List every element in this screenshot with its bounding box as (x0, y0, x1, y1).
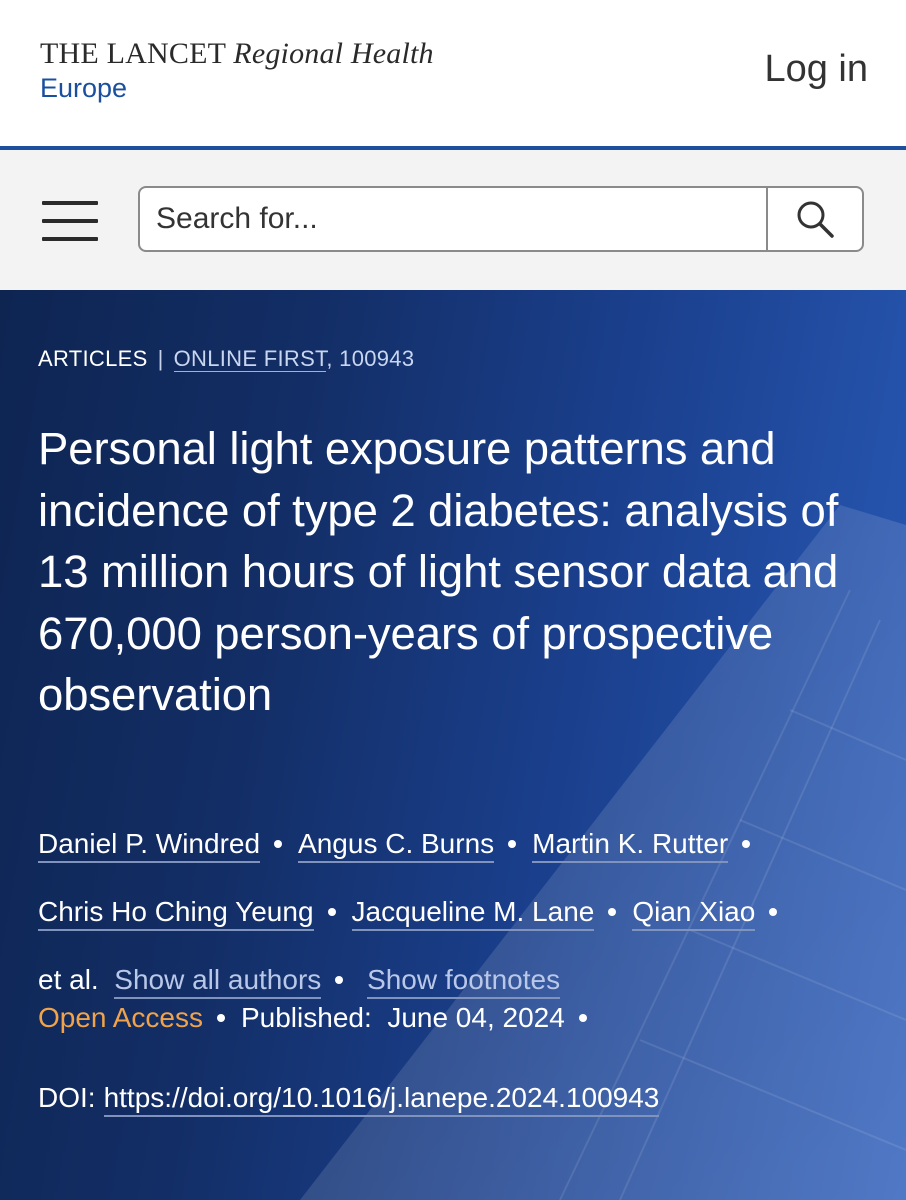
publication-meta: Open Access Published: June 04, 2024 (38, 1002, 603, 1034)
author-list: Daniel P. Windred Angus C. Burns Martin K.… (38, 810, 888, 1014)
meta-separator (578, 1013, 587, 1022)
author-link[interactable]: Chris Ho Ching Yeung (38, 896, 314, 931)
site-header: THE LANCET Regional Health Europe Log in (0, 0, 906, 146)
article-title: Personal light exposure patterns and inc… (38, 423, 839, 720)
author-separator (508, 839, 517, 848)
hamburger-menu-icon[interactable] (42, 201, 98, 241)
open-access-badge: Open Access (38, 1002, 203, 1033)
author-separator (742, 839, 751, 848)
breadcrumb-section: ARTICLES (38, 346, 148, 371)
search-box (138, 186, 864, 252)
doi-row: DOI: https://doi.org/10.1016/j.lanepe.202… (38, 1082, 660, 1117)
doi-label: DOI: (38, 1082, 96, 1113)
show-all-authors-link[interactable]: Show all authors (114, 964, 322, 999)
author-separator (608, 907, 617, 916)
author-link[interactable]: Jacqueline M. Lane (351, 896, 595, 931)
author-link[interactable]: Daniel P. Windred (38, 828, 261, 863)
journal-name-caps: THE LANCET (40, 37, 226, 70)
author-separator (769, 907, 778, 916)
author-link[interactable]: Angus C. Burns (298, 828, 495, 863)
author-separator (327, 907, 336, 916)
journal-name: THE LANCET Regional Health (40, 38, 434, 70)
breadcrumb-separator: | (157, 346, 164, 371)
doi-link[interactable]: https://doi.org/10.1016/j.lanepe.2024.10… (103, 1082, 660, 1117)
et-al-label: et al. (38, 964, 99, 995)
author-link[interactable]: Martin K. Rutter (532, 828, 729, 863)
author-separator (335, 975, 344, 984)
author-separator (274, 839, 283, 848)
breadcrumb-issue-link[interactable]: ONLINE FIRST (173, 346, 327, 372)
show-footnotes-link[interactable]: Show footnotes (367, 964, 561, 999)
published-date: June 04, 2024 (387, 1002, 565, 1033)
search-input[interactable] (140, 188, 768, 250)
magnifier-icon (797, 201, 834, 238)
journal-logo[interactable]: THE LANCET Regional Health Europe (40, 38, 434, 104)
breadcrumb-article-number: , 100943 (326, 346, 415, 371)
author-link[interactable]: Qian Xiao (632, 896, 756, 931)
meta-separator (216, 1013, 225, 1022)
search-button[interactable] (766, 188, 862, 250)
article-hero: ARTICLES | ONLINE FIRST, 100943 Personal l… (0, 290, 906, 1200)
login-link[interactable]: Log in (764, 46, 868, 92)
journal-region: Europe (40, 73, 128, 103)
journal-name-italic: Regional Health (233, 37, 434, 70)
breadcrumb: ARTICLES | ONLINE FIRST, 100943 (38, 346, 414, 372)
published-label: Published: (240, 1002, 372, 1033)
